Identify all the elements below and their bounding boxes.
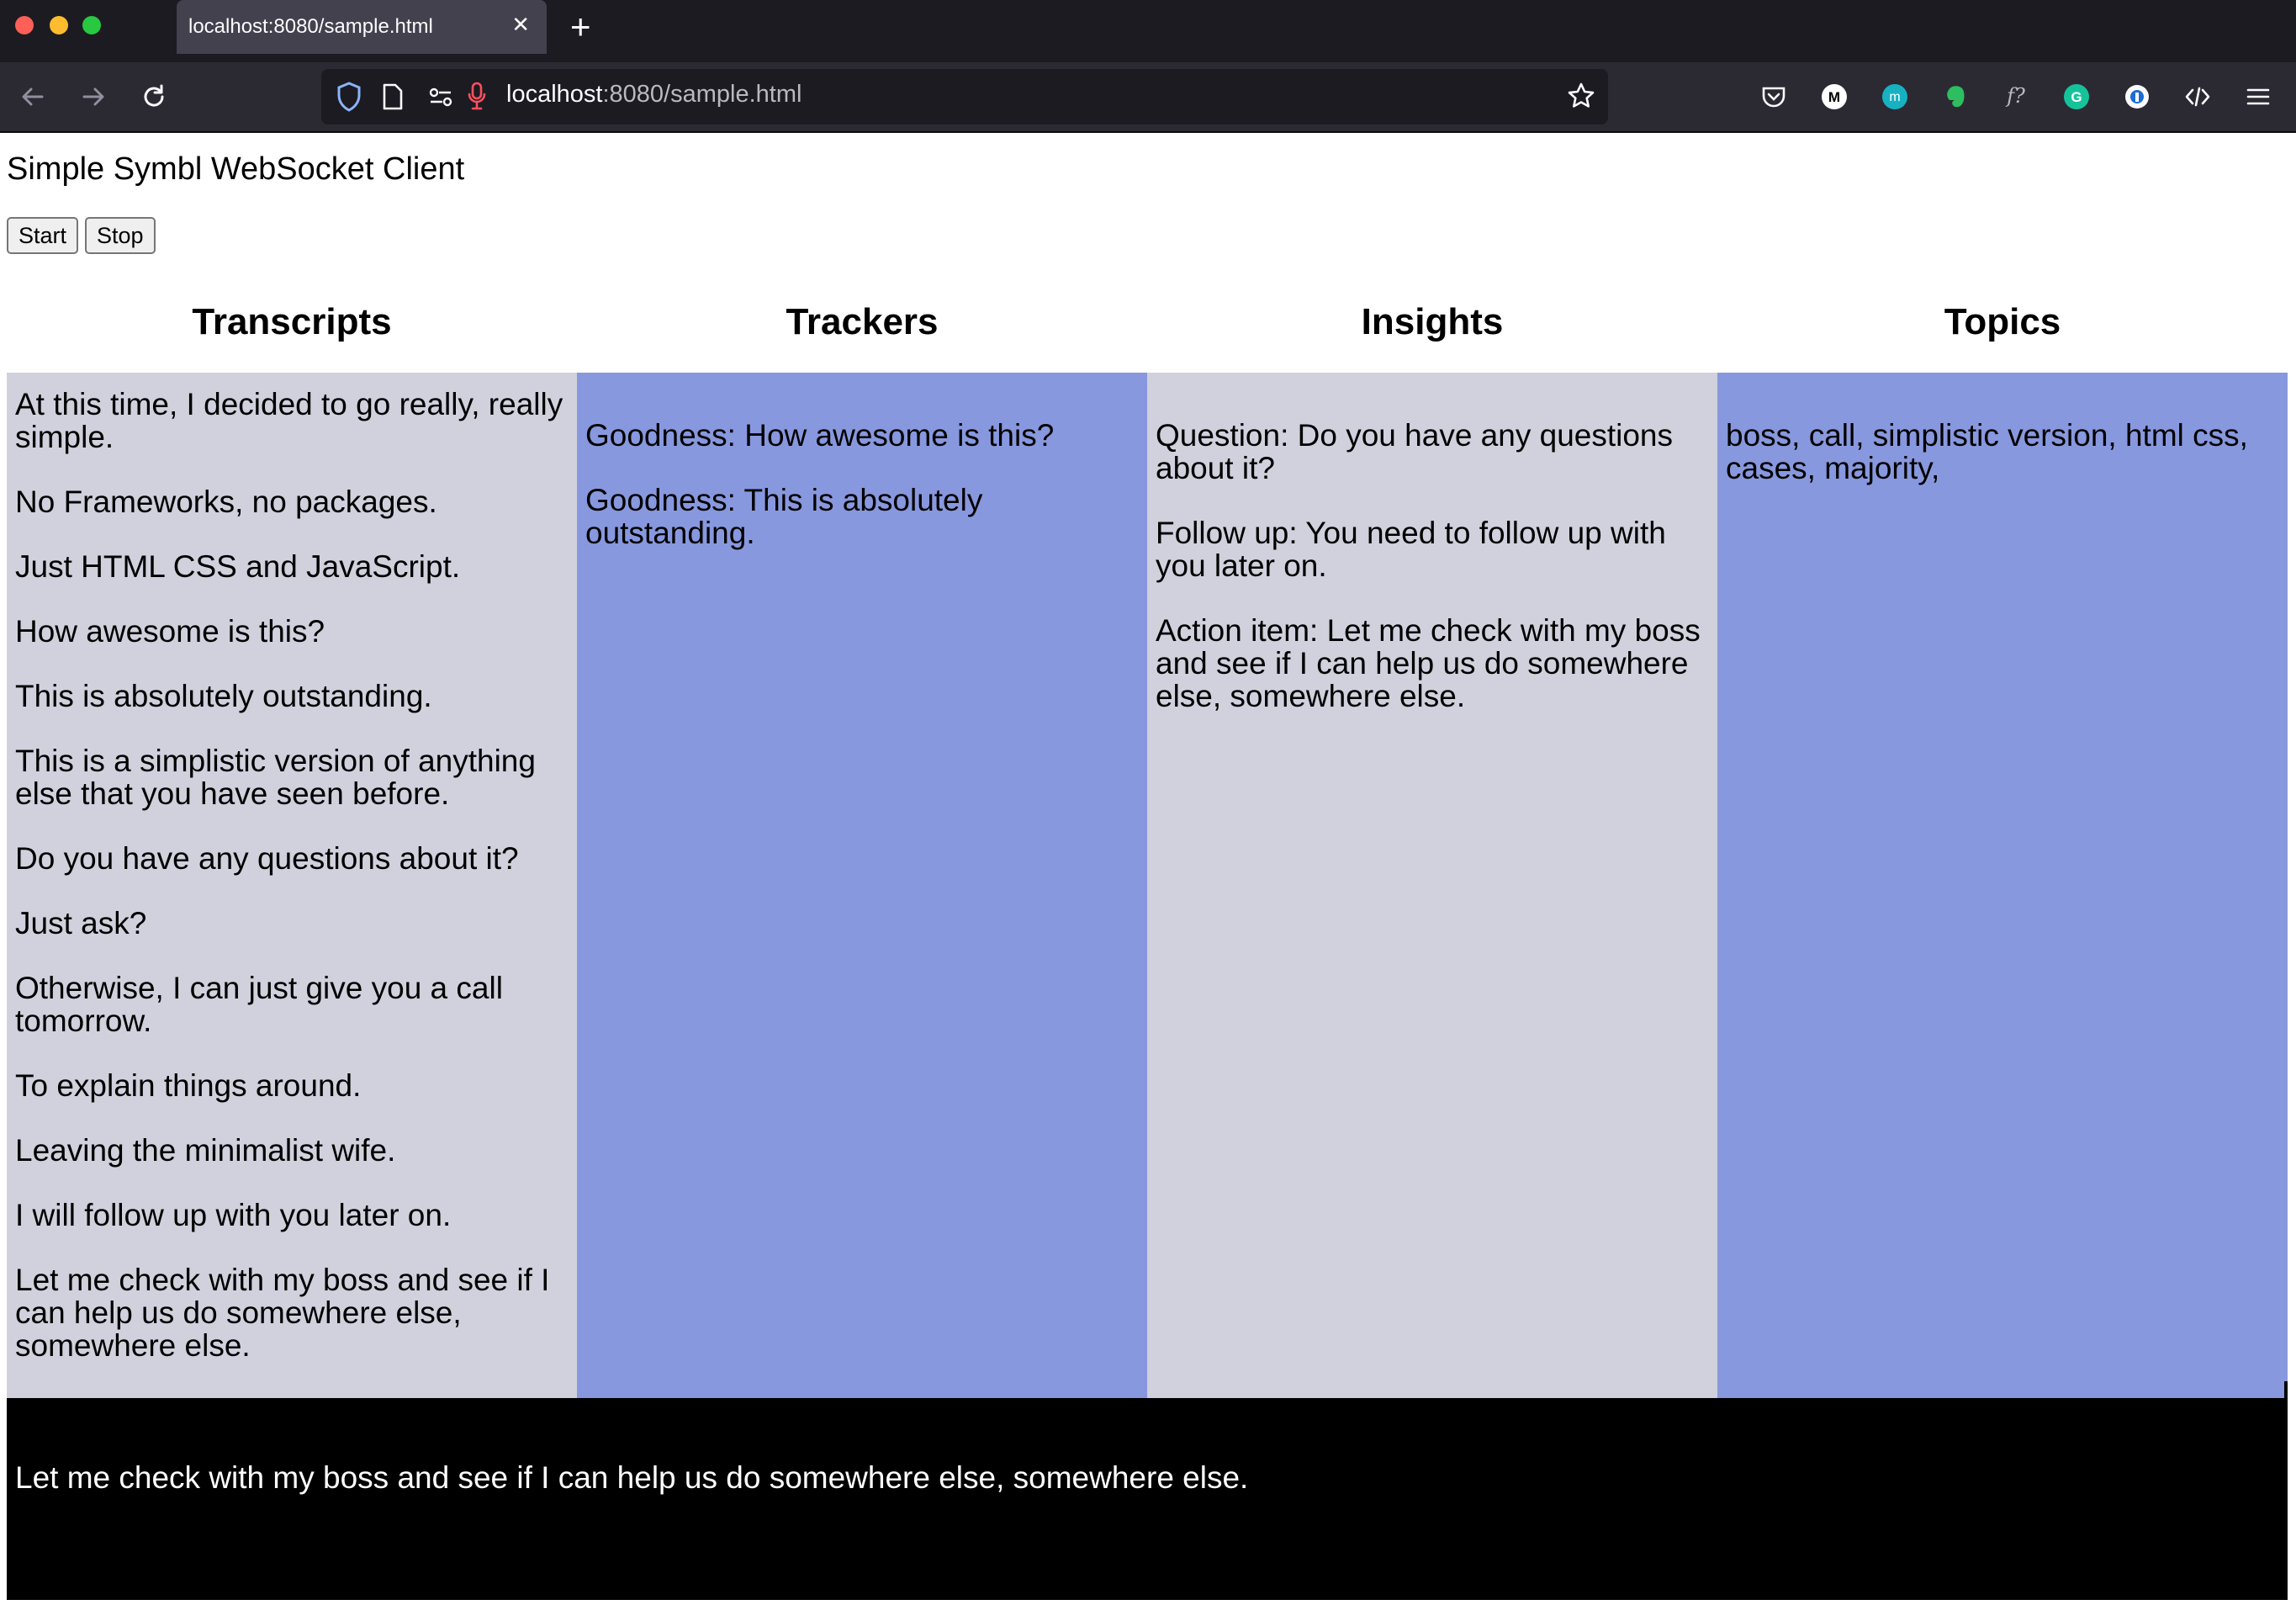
start-button[interactable]: Start [7,217,79,254]
url-host: localhost [506,81,603,108]
svg-text:m: m [1889,90,1900,104]
browser-tab-active[interactable]: localhost:8080/sample.html ✕ [177,0,547,54]
topics-text: boss, call, simplistic version, html css… [1726,418,2248,485]
transcript-item: To explain things around. [15,1068,362,1103]
transcript-item: This is a simplistic version of anything… [15,744,536,811]
grammarly-icon[interactable]: G [2062,82,2091,111]
svg-text:f?: f? [2005,84,2025,108]
transcript-item: I will follow up with you later on. [15,1198,452,1232]
tab-title: localhost:8080/sample.html [188,15,433,38]
tab-close-icon[interactable]: ✕ [511,12,530,38]
url-text[interactable]: localhost:8080/sample.html [506,81,801,109]
topics-heading: Topics [1944,301,2061,342]
browser-tab-bar: localhost:8080/sample.html ✕ + [0,0,2296,62]
live-caption-text: Let me check with my boss and see if I c… [15,1460,1249,1495]
insights-heading: Insights [1361,301,1504,342]
page-icon[interactable] [380,82,405,111]
trackers-heading: Trackers [786,301,939,342]
transcript-item: Let me check with my boss and see if I c… [15,1263,550,1363]
transcript-item: No Frameworks, no packages. [15,485,437,519]
password-manager-icon[interactable] [2123,82,2151,111]
formula-extension-icon[interactable]: f? [2002,82,2030,111]
transcript-item: This is absolutely outstanding. [15,679,432,713]
bookmark-star-icon[interactable] [1566,81,1596,111]
transcripts-panel: At this time, I decided to go really, re… [7,373,577,1399]
insight-item: Action item: Let me check with my boss a… [1156,613,1701,713]
teal-m-extension-icon[interactable]: m [1881,82,1909,111]
svg-text:G: G [2071,89,2082,105]
transcripts-heading: Transcripts [192,301,392,342]
url-path: :8080/sample.html [602,81,802,108]
transcript-item: Do you have any questions about it? [15,841,519,876]
dev-tools-icon[interactable] [2183,82,2212,111]
reload-icon[interactable] [140,82,168,111]
transcript-item: Leaving the minimalist wife. [15,1133,396,1168]
back-arrow-icon[interactable] [19,82,47,111]
tracker-item: Goodness: How awesome is this? [585,418,1055,453]
svg-text:M: M [1828,89,1840,105]
transcript-item: Otherwise, I can just give you a call to… [15,971,503,1038]
transcript-item: At this time, I decided to go really, re… [15,387,563,454]
shield-icon[interactable] [335,81,363,113]
close-window-button[interactable] [15,16,34,34]
minimize-window-button[interactable] [50,16,68,34]
new-tab-button[interactable]: + [570,7,591,47]
trackers-panel: Goodness: How awesome is this? Goodness:… [577,373,1147,1399]
zoom-window-button[interactable] [82,16,101,34]
tracker-item: Goodness: This is absolutely outstanding… [585,483,983,550]
page-title: Simple Symbl WebSocket Client [7,151,465,187]
medium-extension-icon[interactable]: M [1820,82,1849,111]
permissions-icon[interactable] [427,84,454,109]
transcript-item: Just HTML CSS and JavaScript. [15,549,461,584]
live-caption-bar: Let me check with my boss and see if I c… [7,1398,2288,1600]
insights-panel: Question: Do you have any questions abou… [1147,373,1717,1399]
caption-notch [2284,1381,2288,1400]
forward-arrow-icon[interactable] [79,82,108,111]
transcript-item: Just ask? [15,906,147,940]
topics-panel: boss, call, simplistic version, html css… [1717,373,2288,1399]
transcript-item: How awesome is this? [15,614,325,649]
pocket-icon[interactable] [1759,82,1788,111]
menu-icon[interactable] [2244,82,2272,111]
microphone-icon[interactable] [466,81,488,111]
insight-item: Follow up: You need to follow up with yo… [1156,516,1666,583]
evernote-icon[interactable] [1941,82,1970,111]
stop-button[interactable]: Stop [85,217,156,254]
insight-item: Question: Do you have any questions abou… [1156,418,1673,485]
